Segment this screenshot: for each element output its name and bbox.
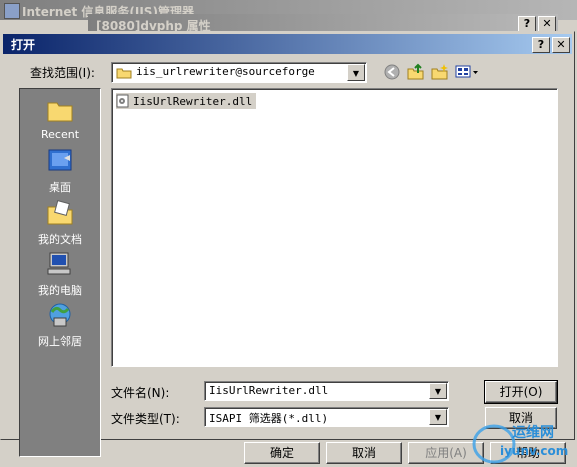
filename-input[interactable]: IisUrlRewriter.dll ▼ <box>204 381 449 401</box>
open-dialog-title: 打开 <box>11 38 36 52</box>
filetype-value: ISAPI 筛选器(*.dll) <box>209 412 329 425</box>
open-dialog-titlebar: 打开 ? ✕ <box>3 34 572 54</box>
file-list[interactable]: IisUrlRewriter.dll <box>111 88 558 367</box>
place-my-computer-label: 我的电脑 <box>38 284 82 297</box>
look-in-value: iis_urlrewriter@sourceforge <box>136 65 315 78</box>
my-documents-icon <box>47 200 73 225</box>
place-desktop-label: 桌面 <box>49 181 71 194</box>
filetype-dropdown-arrow[interactable]: ▼ <box>429 409 447 425</box>
open-button[interactable]: 打开(O) <box>484 380 558 404</box>
properties-ok-button[interactable]: 确定 <box>244 442 320 464</box>
file-list-item[interactable]: IisUrlRewriter.dll <box>116 93 257 109</box>
folder-icon <box>116 68 132 79</box>
desktop-icon <box>48 149 72 171</box>
place-network-label: 网上邻居 <box>38 335 82 348</box>
network-icon <box>49 303 71 327</box>
places-bar: Recent 桌面 我的文档 我的电脑 网上邻居 <box>19 88 101 457</box>
filename-value: IisUrlRewriter.dll <box>209 384 329 397</box>
filename-dropdown-arrow[interactable]: ▼ <box>429 383 447 399</box>
file-name: IisUrlRewriter.dll <box>133 94 253 108</box>
properties-close-button[interactable]: ✕ <box>538 16 556 32</box>
look-in-dropdown-arrow[interactable]: ▼ <box>347 64 365 81</box>
watermark-logo-icon <box>472 424 516 464</box>
view-menu-icon[interactable] <box>455 64 479 80</box>
dialog-close-button[interactable]: ✕ <box>552 37 570 53</box>
filetype-select[interactable]: ISAPI 筛选器(*.dll) ▼ <box>204 407 449 427</box>
place-my-computer[interactable]: 我的电脑 <box>20 251 100 298</box>
place-desktop[interactable]: 桌面 <box>20 148 100 195</box>
watermark-sub: iyunv.com <box>500 444 569 458</box>
properties-cancel-button[interactable]: 取消 <box>326 442 402 464</box>
place-recent[interactable]: Recent <box>20 97 100 141</box>
create-new-folder-icon[interactable] <box>430 63 450 81</box>
properties-help-button[interactable]: ? <box>518 16 536 32</box>
place-my-documents[interactable]: 我的文档 <box>20 200 100 247</box>
look-in-label: 查找范围(I): <box>30 66 95 80</box>
look-in-combo[interactable]: iis_urlrewriter@sourceforge ▼ <box>111 62 367 83</box>
filename-label: 文件名(N): <box>111 386 170 400</box>
my-computer-icon <box>47 252 71 275</box>
place-recent-label: Recent <box>40 128 80 141</box>
filetype-label: 文件类型(T): <box>111 412 180 426</box>
up-one-level-icon[interactable] <box>406 63 426 81</box>
iis-manager-icon <box>4 3 20 19</box>
place-my-documents-label: 我的文档 <box>38 233 82 246</box>
recent-folder-icon <box>47 102 73 122</box>
place-network[interactable]: 网上邻居 <box>20 302 100 349</box>
site-watermark: 运维网 iyunv.com <box>470 418 575 466</box>
dialog-help-button[interactable]: ? <box>532 37 550 53</box>
watermark-text: 运维网 <box>512 425 554 441</box>
dll-file-icon <box>116 94 129 108</box>
back-icon[interactable] <box>384 64 402 81</box>
